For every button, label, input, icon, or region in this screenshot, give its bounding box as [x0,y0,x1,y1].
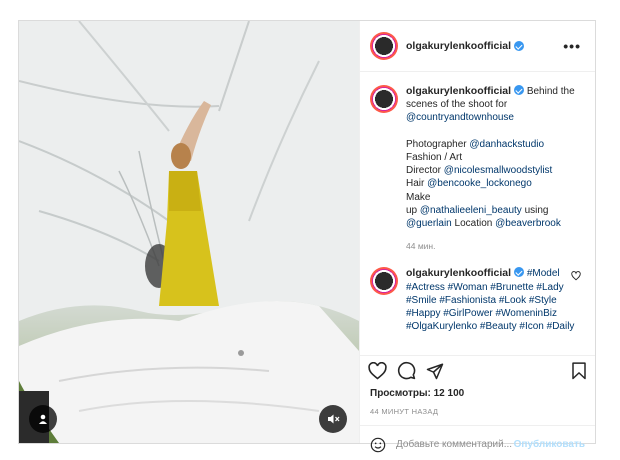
post-header: olgakurylenkoofficial ••• [360,21,595,72]
more-dots-icon[interactable]: ••• [563,38,581,54]
header-username[interactable]: olgakurylenkoofficial [406,40,511,52]
mention-link[interactable]: @countryandtownhouse [406,112,514,123]
mention-link[interactable]: @beaverbrook [495,218,561,229]
comment-username[interactable]: olgakurylenkoofficial [406,267,511,279]
post-comment-button[interactable]: Опубликовать [514,439,585,450]
action-bar [360,355,595,385]
caption-timestamp[interactable]: 44 мин. [406,240,585,253]
mention-link[interactable]: @danhackstudio [469,139,544,150]
avatar[interactable] [370,85,398,113]
views-label: Просмотры: [370,388,434,399]
views-count[interactable]: Просмотры: 12 100 [370,388,464,399]
verified-badge-icon [514,41,525,51]
comments-list: olgakurylenkoofficial Behind the scenes … [360,73,595,356]
caption-text: Fashion / Art [406,152,463,164]
like-comment-heart-icon[interactable] [571,271,581,281]
avatar[interactable] [370,32,398,60]
comment-input[interactable]: Добавьте комментарий... [396,439,512,450]
comment-bubble-icon [397,361,416,380]
bookmark-icon [572,361,586,379]
caption-username[interactable]: olgakurylenkoofficial [406,85,511,97]
verified-badge-icon [514,85,525,95]
caption-text: Photographer [406,138,470,150]
comment-button[interactable] [397,361,416,380]
views-number: 12 100 [433,388,465,399]
mention-link[interactable]: @nicolesmallwoodstylist [444,165,553,176]
comment-item: olgakurylenkoofficial #Model #Actress #W… [370,267,585,333]
mention-link[interactable]: @bencooke_lockonego [427,178,532,189]
paper-plane-icon [426,363,444,379]
avatar[interactable] [370,267,398,296]
post-sidebar: olgakurylenkoofficial ••• olgakurylenkoo… [359,21,595,452]
save-button[interactable] [571,361,587,380]
comment-composer: Добавьте комментарий... Опубликовать [360,425,595,460]
person-icon [39,414,47,424]
mute-button[interactable] [319,405,347,433]
caption-text: Location [451,218,496,230]
post-modal: olgakurylenkoofficial ••• olgakurylenkoo… [18,20,596,452]
caption-text: using [521,204,549,216]
share-button[interactable] [426,362,444,380]
like-button[interactable] [368,361,387,380]
emoji-smiley-icon[interactable] [370,437,386,453]
post-video[interactable] [19,21,359,443]
caption-text: Make [406,191,431,203]
verified-badge-icon [514,267,525,278]
mention-link[interactable]: @guerlain [406,218,452,229]
posted-time[interactable]: 44 МИНУТ НАЗАД [370,407,438,416]
caption-text: Hair [406,178,428,190]
video-frame-image [19,21,359,443]
heart-icon [368,361,387,380]
mention-link[interactable]: @nathalieeleni_beauty [420,205,522,216]
caption-text: up [406,204,420,216]
caption: olgakurylenkoofficial Behind the scenes … [370,85,585,253]
tagged-people-button[interactable] [29,405,57,433]
caption-text: Director [406,165,444,177]
speaker-muted-icon [327,414,339,424]
